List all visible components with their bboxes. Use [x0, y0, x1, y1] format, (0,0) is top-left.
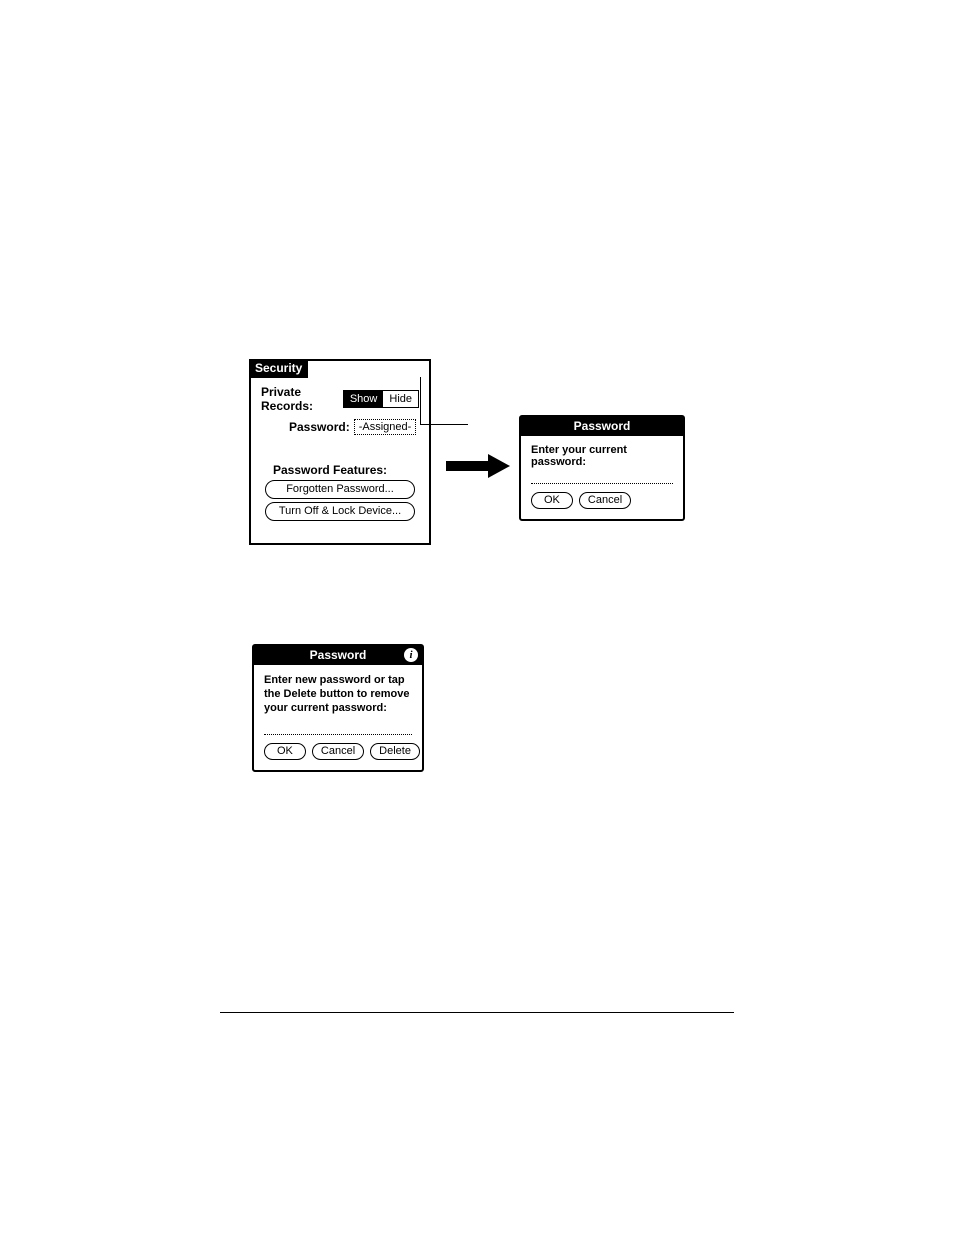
security-title-tab: Security	[249, 359, 308, 378]
arrow-icon	[446, 454, 510, 478]
password-new-titlebar: Password i	[254, 646, 422, 665]
password-current-dialog: Password Enter your current password: OK…	[519, 415, 685, 521]
footer-rule	[220, 1012, 734, 1013]
show-toggle[interactable]: Show	[344, 391, 384, 407]
password-new-prompt: Enter new password or tap the Delete but…	[264, 673, 412, 715]
security-title: Security	[255, 361, 302, 375]
password-new-dialog: Password i Enter new password or tap the…	[252, 644, 424, 772]
password-current-body: Enter your current password: OK Cancel	[521, 436, 683, 519]
password-features-heading: Password Features:	[273, 463, 419, 477]
password-new-body: Enter new password or tap the Delete but…	[254, 665, 422, 770]
info-icon[interactable]: i	[404, 648, 418, 662]
forgotten-password-button[interactable]: Forgotten Password...	[265, 480, 415, 499]
password-current-prompt: Enter your current password:	[531, 444, 673, 468]
password-new-ok-button[interactable]: OK	[264, 743, 306, 760]
password-value-box[interactable]: -Assigned-	[354, 419, 417, 435]
password-new-delete-button[interactable]: Delete	[370, 743, 420, 760]
password-new-cancel-button[interactable]: Cancel	[312, 743, 364, 760]
security-body: Private Records: Show Hide Password: -As…	[251, 361, 429, 534]
password-current-titlebar: Password	[521, 417, 683, 436]
hide-toggle[interactable]: Hide	[383, 391, 418, 407]
private-records-toggle: Show Hide	[343, 390, 419, 408]
password-new-title: Password	[310, 648, 367, 662]
password-current-cancel-button[interactable]: Cancel	[579, 492, 631, 509]
password-label: Password:	[289, 420, 350, 434]
callout-line-vertical	[420, 377, 421, 424]
security-window: Security Private Records: Show Hide Pass…	[249, 359, 431, 545]
private-records-label: Private Records:	[261, 385, 339, 413]
password-new-input[interactable]	[264, 721, 412, 735]
password-current-input[interactable]	[531, 470, 673, 484]
callout-line-horizontal	[420, 424, 468, 425]
password-current-title: Password	[574, 419, 631, 433]
turn-off-lock-button[interactable]: Turn Off & Lock Device...	[265, 502, 415, 521]
password-current-ok-button[interactable]: OK	[531, 492, 573, 509]
